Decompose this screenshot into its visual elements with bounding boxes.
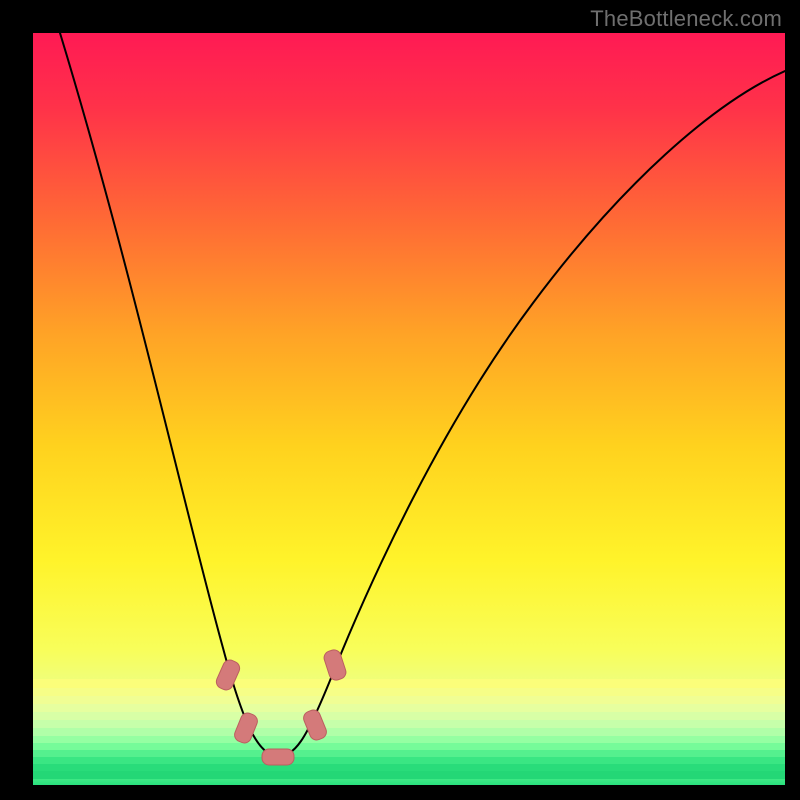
gradient-background <box>33 33 785 785</box>
gradient-stripe <box>33 720 785 728</box>
gradient-stripe <box>33 743 785 750</box>
gradient-stripe <box>33 757 785 764</box>
plot-svg <box>33 33 785 785</box>
plot-area <box>33 33 785 785</box>
gradient-stripe <box>33 679 785 688</box>
gradient-stripe <box>33 728 785 736</box>
chart-frame: TheBottleneck.com <box>0 0 800 800</box>
gradient-stripe <box>33 704 785 712</box>
gradient-stripe <box>33 771 785 779</box>
gradient-stripe <box>33 750 785 757</box>
gradient-stripe <box>33 736 785 743</box>
gradient-stripe <box>33 764 785 771</box>
watermark-text: TheBottleneck.com <box>590 6 782 32</box>
gradient-stripe <box>33 688 785 696</box>
gradient-stripe <box>33 712 785 720</box>
curve-marker <box>262 749 294 765</box>
gradient-stripe <box>33 696 785 704</box>
